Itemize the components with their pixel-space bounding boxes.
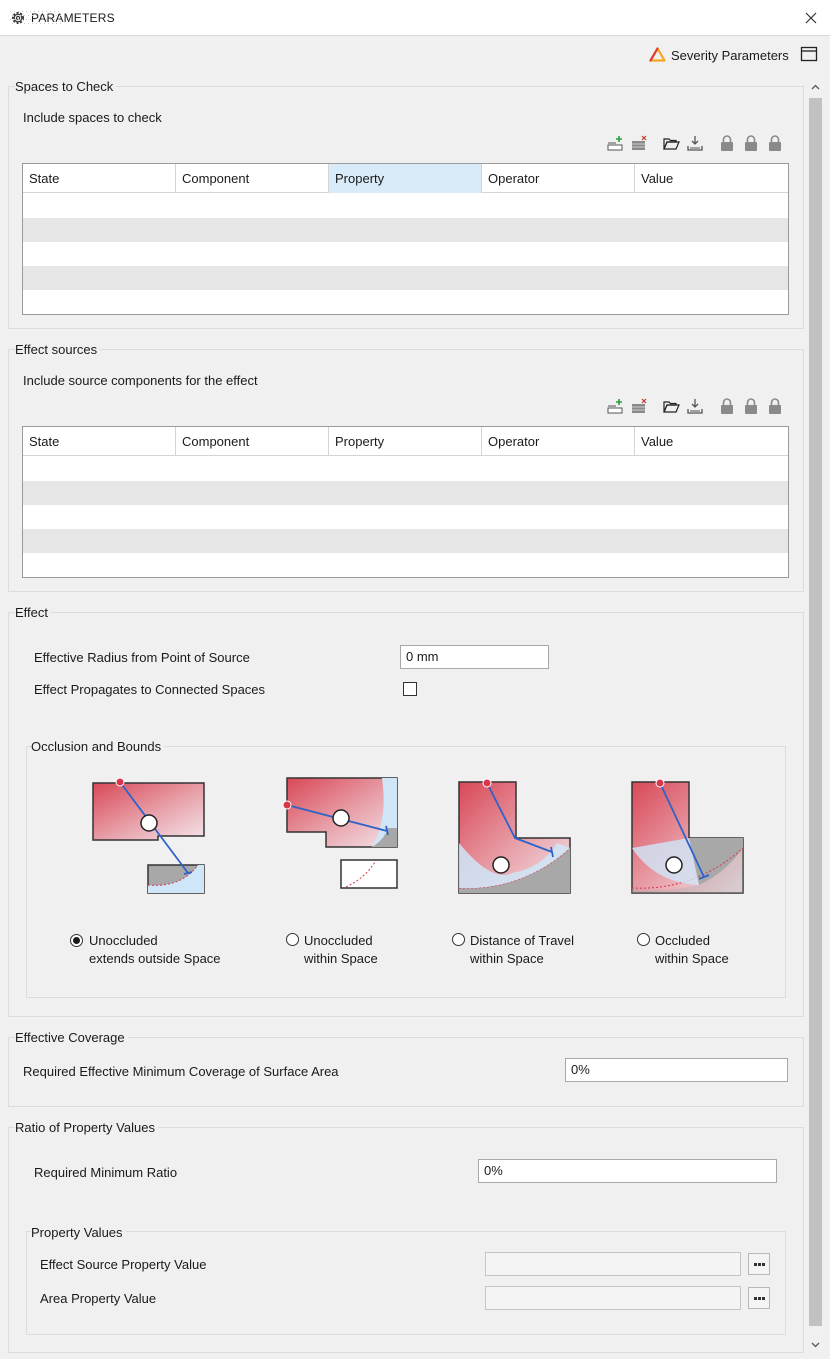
- vertical-scrollbar[interactable]: [807, 76, 824, 1356]
- effective-radius-input[interactable]: 0 mm: [400, 645, 549, 669]
- diagram-distance-of-travel: [458, 778, 571, 894]
- column-header-component[interactable]: Component: [176, 164, 329, 193]
- remove-row-icon[interactable]: [630, 134, 648, 152]
- scroll-down-icon[interactable]: [810, 1339, 821, 1350]
- diagram-unoccluded-outside: [92, 777, 205, 894]
- table-row[interactable]: [23, 553, 788, 577]
- lock-icon[interactable]: [718, 397, 736, 415]
- column-header-property[interactable]: Property: [329, 164, 482, 193]
- radio-label-line2: extends outside Space: [89, 951, 221, 966]
- min-ratio-input[interactable]: 0%: [478, 1159, 777, 1183]
- sources-grid-toolbar: [606, 397, 786, 415]
- table-row[interactable]: [23, 529, 788, 553]
- coverage-input[interactable]: 0%: [565, 1058, 788, 1082]
- radio-button[interactable]: [70, 934, 83, 947]
- column-header-operator[interactable]: Operator: [482, 427, 635, 456]
- table-header: State Component Property Operator Value: [23, 427, 788, 456]
- add-row-icon[interactable]: [606, 397, 624, 415]
- radio-label-line2: within Space: [470, 951, 544, 966]
- radio-button[interactable]: [637, 933, 650, 946]
- scrollbar-thumb[interactable]: [809, 98, 822, 1326]
- source-property-label: Effect Source Property Value: [40, 1257, 207, 1272]
- column-header-component[interactable]: Component: [176, 427, 329, 456]
- column-header-operator[interactable]: Operator: [482, 164, 635, 193]
- lock-icon[interactable]: [718, 134, 736, 152]
- table-row[interactable]: [23, 218, 788, 242]
- table-row[interactable]: [23, 505, 788, 529]
- min-ratio-label: Required Minimum Ratio: [34, 1165, 178, 1180]
- effect-title: Effect: [15, 605, 52, 620]
- warning-triangle-icon[interactable]: [649, 47, 666, 62]
- panel-icon[interactable]: [800, 46, 818, 62]
- table-row[interactable]: [23, 266, 788, 290]
- column-header-state[interactable]: State: [23, 427, 176, 456]
- property-values-group: [26, 1231, 786, 1335]
- remove-row-icon[interactable]: [630, 397, 648, 415]
- table-row[interactable]: [23, 481, 788, 505]
- effective-coverage-title: Effective Coverage: [15, 1030, 128, 1045]
- title-bar: PARAMETERS: [0, 0, 830, 36]
- radio-button[interactable]: [452, 933, 465, 946]
- radio-button[interactable]: [286, 933, 299, 946]
- ratio-title: Ratio of Property Values: [15, 1120, 158, 1135]
- table-row[interactable]: [23, 457, 788, 481]
- radio-label-line2: within Space: [304, 951, 378, 966]
- lock-icon[interactable]: [766, 397, 784, 415]
- severity-parameters-label[interactable]: Severity Parameters: [671, 48, 789, 63]
- area-property-input[interactable]: [485, 1286, 741, 1310]
- add-row-icon[interactable]: [606, 134, 624, 152]
- source-property-browse-button[interactable]: [748, 1253, 770, 1275]
- spaces-to-check-table[interactable]: State Component Property Operator Value: [22, 163, 789, 315]
- diagram-occluded-within: [631, 778, 744, 894]
- scroll-up-icon[interactable]: [810, 82, 821, 93]
- spaces-to-check-title: Spaces to Check: [15, 79, 117, 94]
- column-header-property[interactable]: Property: [329, 427, 482, 456]
- effect-sources-title: Effect sources: [15, 342, 101, 357]
- lock-icon[interactable]: [742, 134, 760, 152]
- drag-grip-icon[interactable]: [10, 10, 62, 24]
- lock-icon[interactable]: [742, 397, 760, 415]
- radio-label-line1: Unoccluded: [89, 933, 158, 948]
- download-icon[interactable]: [686, 134, 704, 152]
- effect-sources-subtitle: Include source components for the effect: [23, 373, 258, 388]
- coverage-label: Required Effective Minimum Coverage of S…: [23, 1064, 339, 1079]
- occlusion-title: Occlusion and Bounds: [31, 739, 165, 754]
- radio-label-line1: Distance of Travel: [470, 933, 575, 948]
- column-header-state[interactable]: State: [23, 164, 176, 193]
- table-header: State Component Property Operator Value: [23, 164, 788, 193]
- source-property-input[interactable]: [485, 1252, 741, 1276]
- column-header-value[interactable]: Value: [635, 427, 788, 456]
- open-folder-icon[interactable]: [662, 134, 680, 152]
- propagates-label: Effect Propagates to Connected Spaces: [34, 682, 266, 697]
- radio-label-line1: Occluded: [655, 933, 710, 948]
- radio-label-line1: Unoccluded: [304, 933, 373, 948]
- diagram-unoccluded-within: [282, 777, 398, 889]
- spaces-grid-toolbar: [606, 134, 786, 152]
- lock-icon[interactable]: [766, 134, 784, 152]
- effective-radius-label: Effective Radius from Point of Source: [34, 650, 250, 665]
- table-row[interactable]: [23, 194, 788, 218]
- close-icon[interactable]: [804, 11, 818, 25]
- radio-label-line2: within Space: [655, 951, 729, 966]
- column-header-value[interactable]: Value: [635, 164, 788, 193]
- area-property-label: Area Property Value: [40, 1291, 157, 1306]
- download-icon[interactable]: [686, 397, 704, 415]
- spaces-to-check-subtitle: Include spaces to check: [23, 110, 162, 125]
- effect-sources-table[interactable]: State Component Property Operator Value: [22, 426, 789, 578]
- property-values-title: Property Values: [31, 1225, 126, 1240]
- open-folder-icon[interactable]: [662, 397, 680, 415]
- area-property-browse-button[interactable]: [748, 1287, 770, 1309]
- table-row[interactable]: [23, 290, 788, 314]
- table-row[interactable]: [23, 242, 788, 266]
- propagates-checkbox[interactable]: [403, 682, 417, 696]
